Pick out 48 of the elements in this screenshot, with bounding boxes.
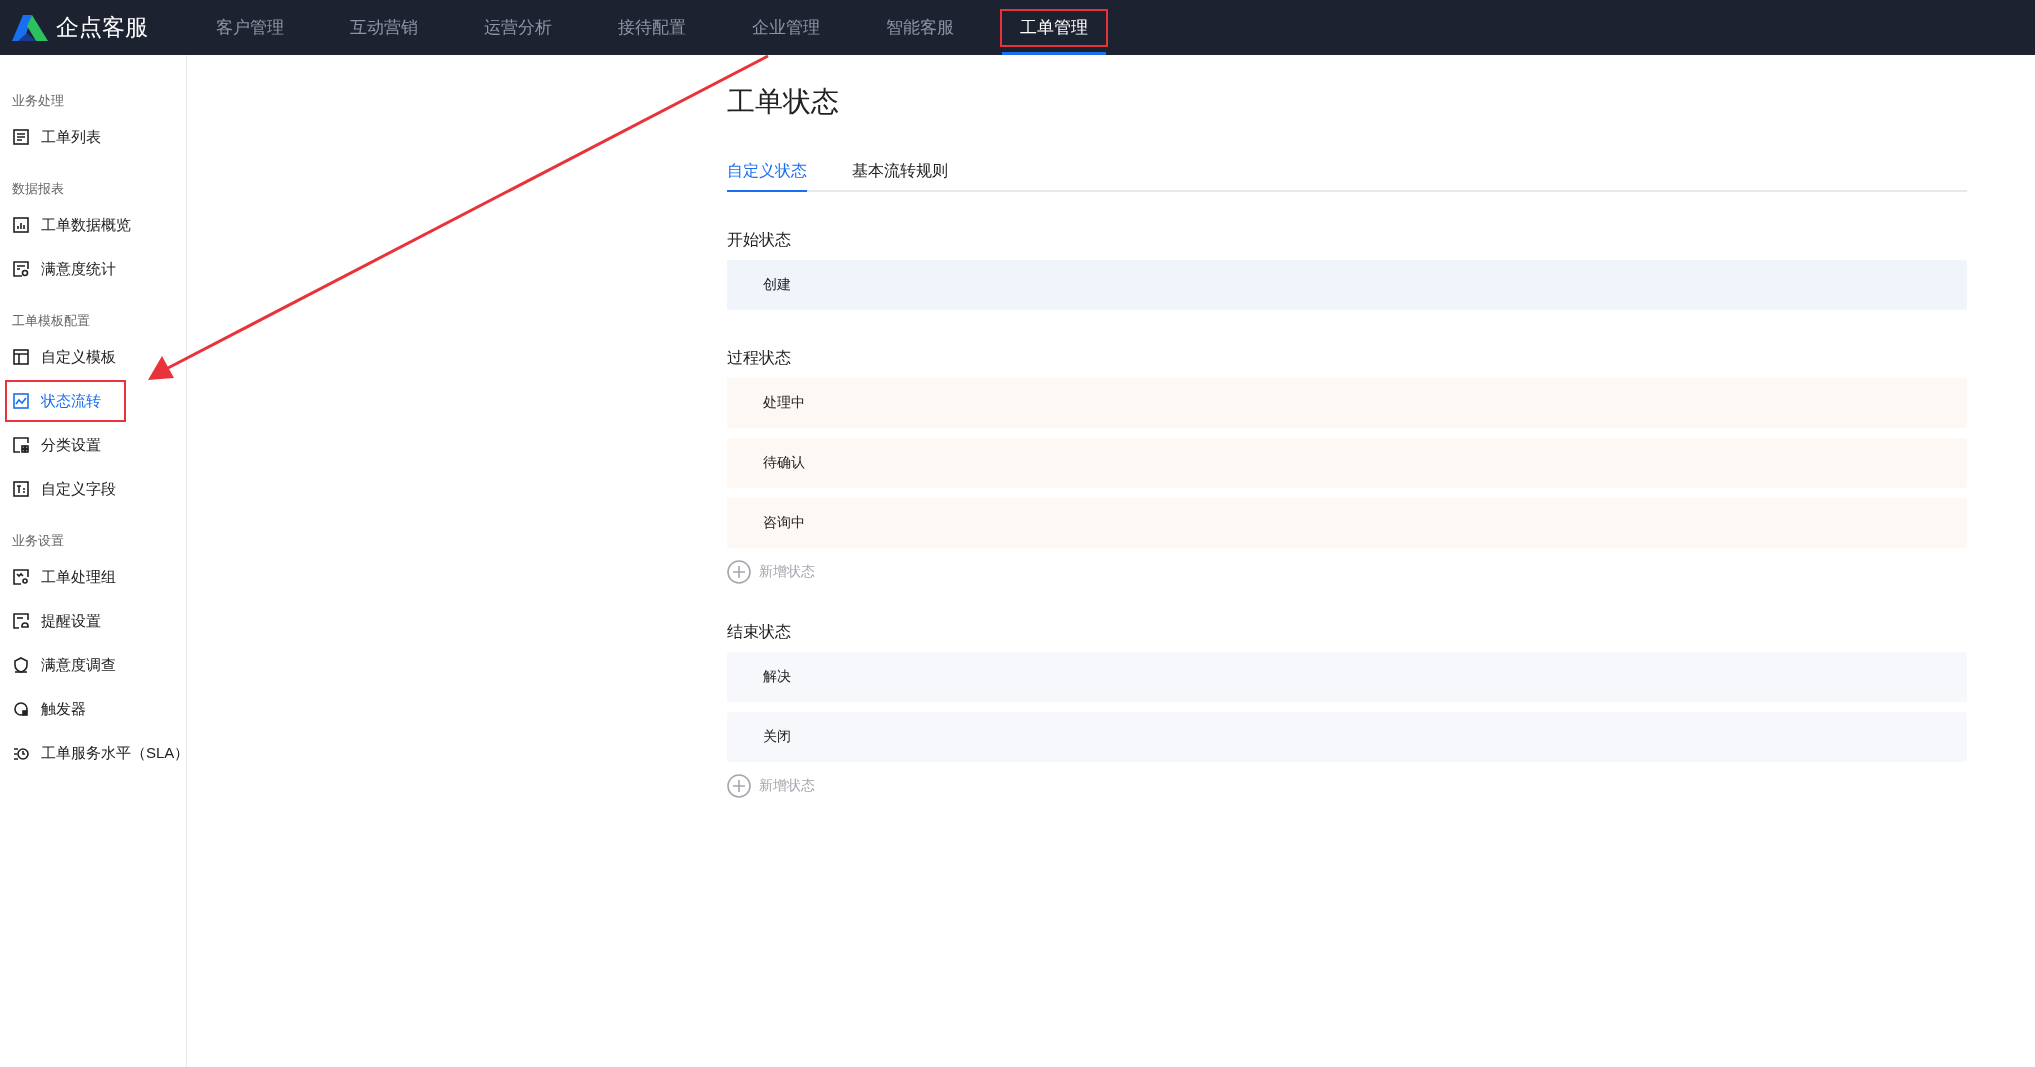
sidebar-item[interactable]: 状态流转 — [0, 379, 186, 423]
nav-tab[interactable]: 企业管理 — [734, 0, 838, 55]
nav-tab[interactable]: 互动营销 — [332, 0, 436, 55]
sidebar-item[interactable]: 工单处理组 — [0, 555, 186, 599]
sidebar-group-label: 数据报表 — [11, 180, 65, 198]
sidebar-group-label: 业务处理 — [11, 92, 65, 110]
bar-chart-icon — [12, 216, 30, 234]
status-row[interactable]: 处理中 — [727, 378, 1967, 428]
brand-name: 企点客服 — [56, 13, 148, 42]
shield-icon — [12, 656, 30, 674]
sidebar-item[interactable]: 自定义字段 — [0, 467, 186, 511]
sidebar-item[interactable]: 分类设置 — [0, 423, 186, 467]
nav-tab[interactable]: 客户管理 — [198, 0, 302, 55]
nav-tab[interactable]: 运营分析 — [466, 0, 570, 55]
tab[interactable]: 自定义状态 — [727, 161, 807, 192]
plus-circle-icon — [727, 774, 751, 798]
sidebar-item[interactable]: 自定义模板 — [0, 335, 186, 379]
sidebar-item[interactable]: 提醒设置 — [0, 599, 186, 643]
sidebar-item[interactable]: 工单服务水平（SLA） — [0, 731, 186, 775]
section-title: 结束状态 — [727, 622, 791, 642]
sidebar-item[interactable]: 触发器 — [0, 687, 186, 731]
sidebar-item[interactable]: 工单数据概览 — [0, 203, 186, 247]
sidebar-item[interactable]: 工单列表 — [0, 115, 186, 159]
status-row[interactable]: 咨询中 — [727, 498, 1967, 548]
sidebar-item[interactable]: 满意度调查 — [0, 643, 186, 687]
logo-icon — [12, 14, 48, 41]
sidebar-item[interactable]: 满意度统计 — [0, 247, 186, 291]
status-row[interactable]: 解决 — [727, 652, 1967, 702]
text-field-icon — [12, 480, 30, 498]
plus-circle-icon — [727, 560, 751, 584]
sidebar-group-label: 工单模板配置 — [11, 312, 91, 330]
layout-icon — [12, 348, 30, 366]
document-badge-icon — [12, 260, 30, 278]
status-row[interactable]: 创建 — [727, 260, 1967, 310]
section-title: 过程状态 — [727, 348, 791, 368]
page-title: 工单状态 — [727, 85, 839, 119]
sidebar-group-label: 业务设置 — [11, 532, 65, 550]
tab[interactable]: 基本流转规则 — [852, 161, 948, 192]
line-chart-icon — [12, 392, 30, 410]
status-row[interactable]: 关闭 — [727, 712, 1967, 762]
section-title: 开始状态 — [727, 230, 791, 250]
grid-icon — [12, 436, 30, 454]
nav-tab[interactable]: 工单管理 — [1002, 0, 1106, 55]
list-document-icon — [12, 128, 30, 146]
nav-tab[interactable]: 智能客服 — [868, 0, 972, 55]
status-row[interactable]: 待确认 — [727, 438, 1967, 488]
nav-tab[interactable]: 接待配置 — [600, 0, 704, 55]
bell-document-icon — [12, 612, 30, 630]
